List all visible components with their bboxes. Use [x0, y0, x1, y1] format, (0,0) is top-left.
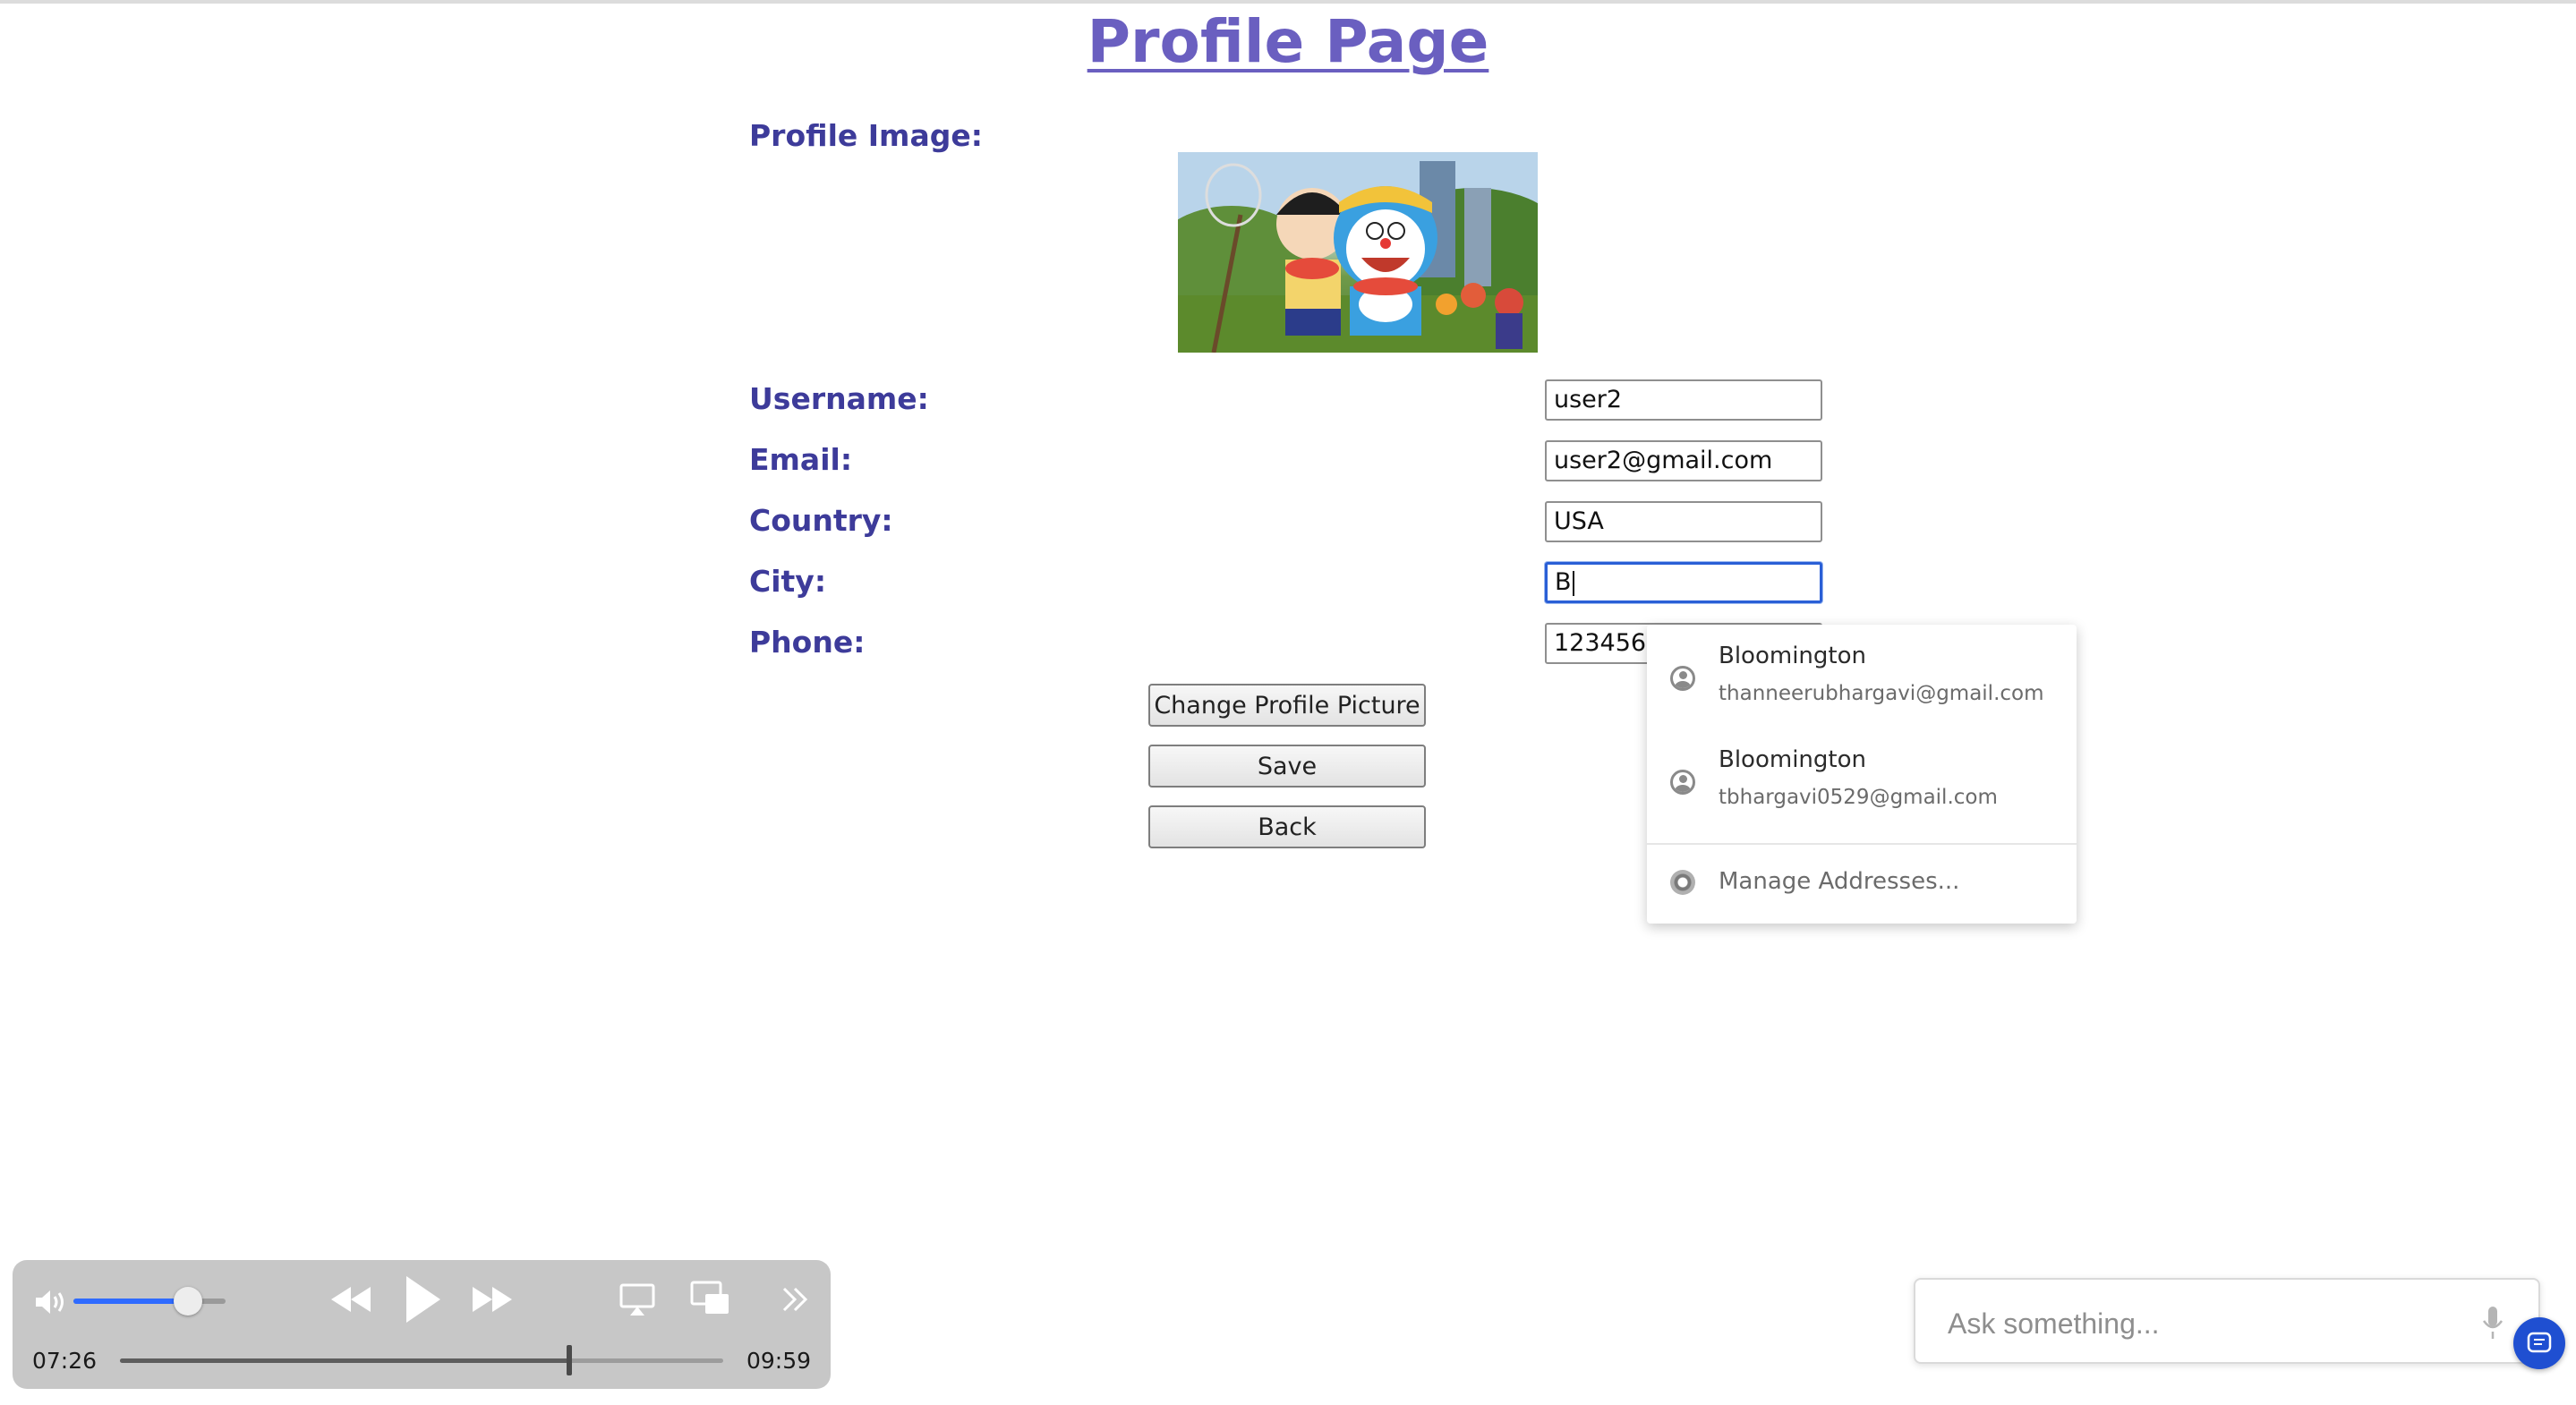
dropdown-divider [1647, 843, 2077, 845]
rewind-icon[interactable] [328, 1280, 374, 1319]
suggestion-email: thanneerubhargavi@gmail.com [1719, 682, 2044, 705]
city-field[interactable]: B [1545, 562, 1822, 603]
profile-image [1178, 152, 1538, 353]
person-circle-icon [1670, 666, 1695, 691]
assistant-box [1914, 1278, 2540, 1364]
volume-level [73, 1299, 188, 1304]
volume-icon[interactable] [32, 1287, 68, 1317]
change-profile-picture-button[interactable]: Change Profile Picture [1148, 684, 1426, 727]
airplay-icon[interactable] [618, 1282, 657, 1317]
chat-icon [2527, 1332, 2552, 1353]
seek-handle[interactable] [567, 1345, 573, 1375]
video-player-controls: 07:26 09:59 [13, 1260, 831, 1389]
email-field[interactable]: user2@gmail.com [1545, 440, 1822, 481]
city-field-value: B [1555, 568, 1572, 596]
profile-image-label: Profile Image: [749, 118, 983, 153]
suggestion-email: tbhargavi0529@gmail.com [1719, 786, 1998, 809]
volume-knob[interactable] [173, 1287, 202, 1316]
country-label: Country: [749, 503, 893, 538]
settings-icon [1670, 870, 1695, 895]
ask-input[interactable] [1946, 1303, 2451, 1344]
play-icon[interactable] [399, 1273, 444, 1326]
suggestion-city: Bloomington [1719, 643, 1866, 669]
person-circle-icon [1670, 770, 1695, 795]
autocomplete-suggestion[interactable]: Bloomington thanneerubhargavi@gmail.com [1647, 625, 2077, 728]
volume-slider[interactable] [73, 1299, 226, 1304]
picture-in-picture-icon[interactable] [689, 1280, 732, 1317]
country-field[interactable]: USA [1545, 501, 1822, 542]
autocomplete-dropdown: Bloomington thanneerubhargavi@gmail.com … [1647, 625, 2077, 924]
microphone-icon[interactable] [2481, 1305, 2504, 1341]
save-button[interactable]: Save [1148, 745, 1426, 788]
text-caret [1572, 570, 1574, 596]
cartoon-illustration [1178, 152, 1538, 353]
back-button[interactable]: Back [1148, 805, 1426, 848]
seek-bar[interactable] [120, 1345, 723, 1375]
page-title: Profile Page [1087, 7, 1489, 76]
username-field[interactable]: user2 [1545, 379, 1822, 421]
chat-button[interactable] [2513, 1317, 2565, 1369]
phone-label: Phone: [749, 625, 866, 660]
chevron-right-double-icon[interactable] [779, 1283, 811, 1316]
seek-progress [120, 1358, 570, 1363]
email-label: Email: [749, 442, 853, 477]
manage-addresses-link[interactable]: Manage Addresses... [1719, 868, 1959, 895]
current-time: 07:26 [32, 1348, 98, 1374]
city-label: City: [749, 564, 827, 599]
suggestion-city: Bloomington [1719, 746, 1866, 773]
total-time: 09:59 [746, 1348, 812, 1374]
autocomplete-suggestion[interactable]: Bloomington tbhargavi0529@gmail.com [1647, 728, 2077, 832]
username-label: Username: [749, 381, 929, 416]
fast-forward-icon[interactable] [469, 1280, 516, 1319]
